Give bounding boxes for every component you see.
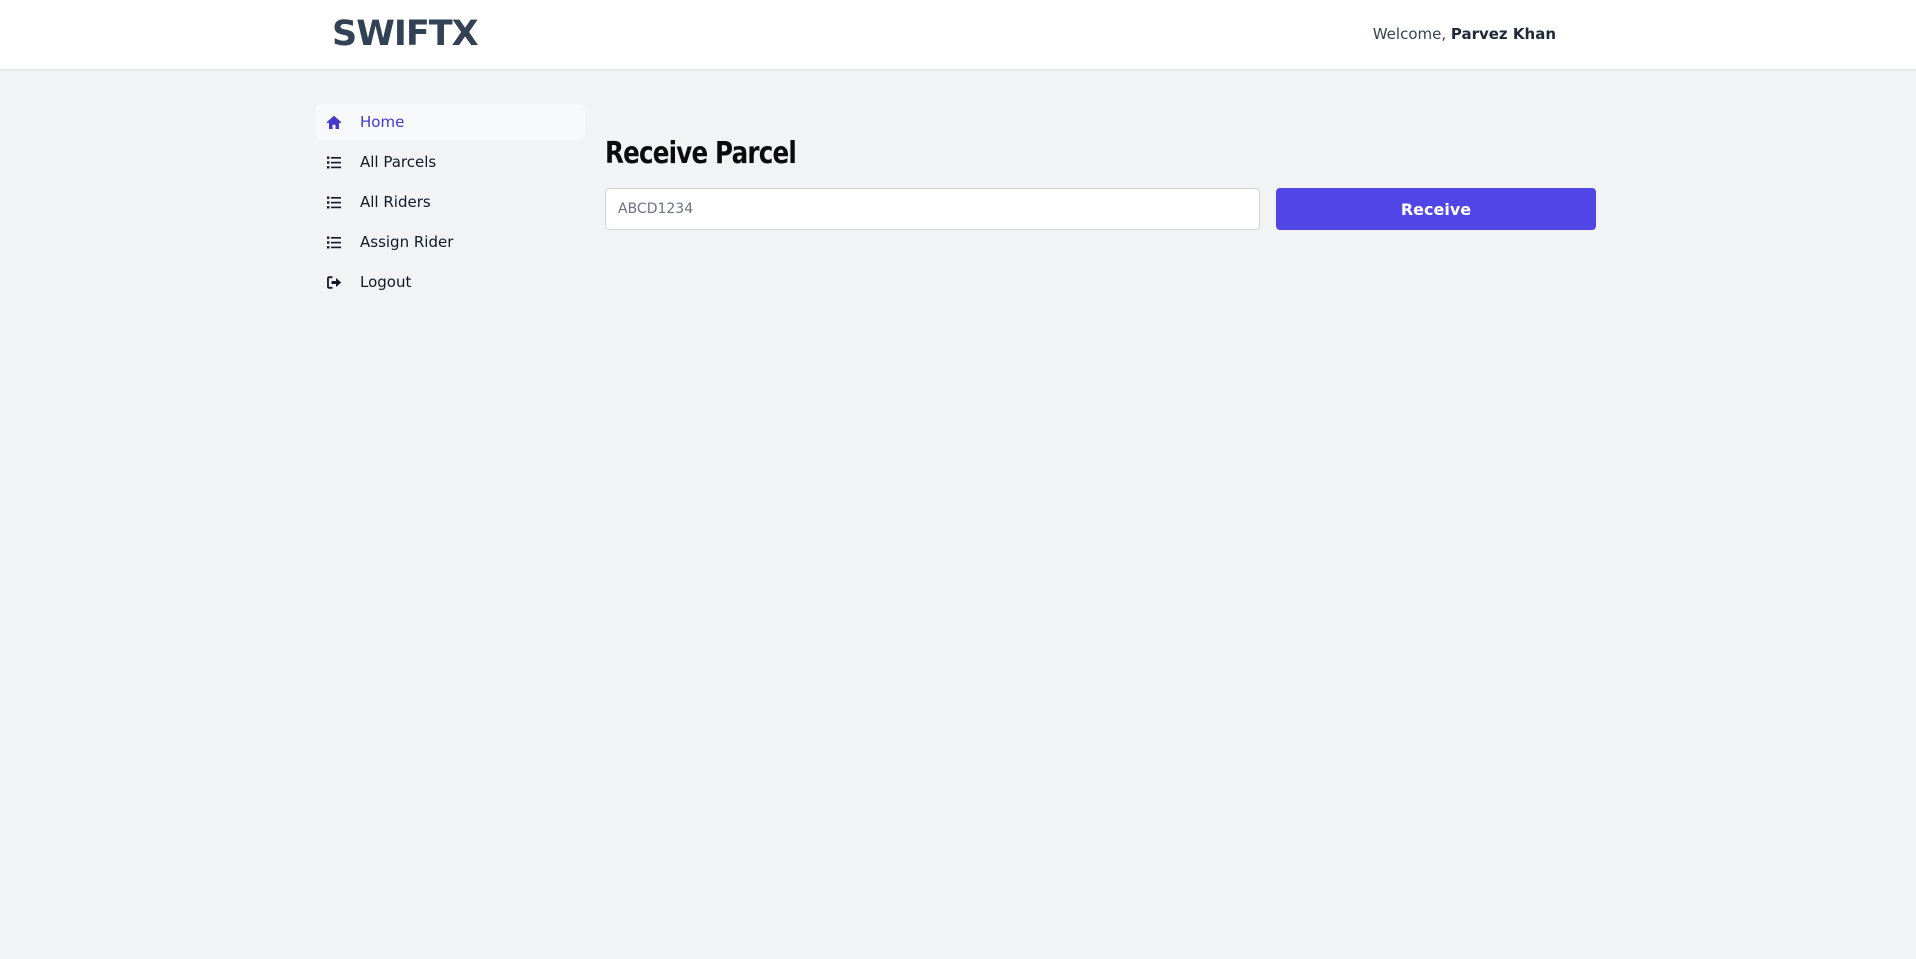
sidebar-item-label: Home: [360, 113, 405, 131]
sidebar-nav: Home All Parcels All Riders Assign Rider…: [316, 104, 585, 304]
user-name: Parvez Khan: [1450, 25, 1556, 43]
list-icon: [326, 234, 342, 250]
sidebar-item-label: All Parcels: [360, 153, 437, 171]
sidebar-item-label: Assign Rider: [360, 233, 454, 251]
welcome-prefix: Welcome,: [1372, 25, 1451, 43]
app-logo[interactable]: SWIFTX: [332, 14, 479, 54]
page-title: Receive Parcel: [605, 136, 797, 171]
sidebar-item-assign-rider[interactable]: Assign Rider: [316, 224, 585, 260]
sidebar-item-label: All Riders: [360, 193, 431, 211]
welcome-message: Welcome, Parvez Khan: [1373, 25, 1556, 43]
main-content: Receive Parcel Receive: [605, 132, 1596, 230]
sidebar-item-home[interactable]: Home: [316, 104, 585, 140]
top-header: SWIFTX Welcome, Parvez Khan: [0, 0, 1916, 70]
list-icon: [326, 194, 342, 210]
tracking-code-input[interactable]: [605, 188, 1260, 230]
logout-icon: [326, 274, 342, 290]
list-icon: [326, 154, 342, 170]
receive-button[interactable]: Receive: [1276, 188, 1596, 230]
sidebar-item-all-parcels[interactable]: All Parcels: [316, 144, 585, 180]
receive-parcel-form: Receive: [605, 188, 1596, 230]
sidebar-item-all-riders[interactable]: All Riders: [316, 184, 585, 220]
sidebar-item-label: Logout: [360, 273, 412, 291]
home-icon: [326, 114, 342, 130]
sidebar-item-logout[interactable]: Logout: [316, 264, 585, 300]
